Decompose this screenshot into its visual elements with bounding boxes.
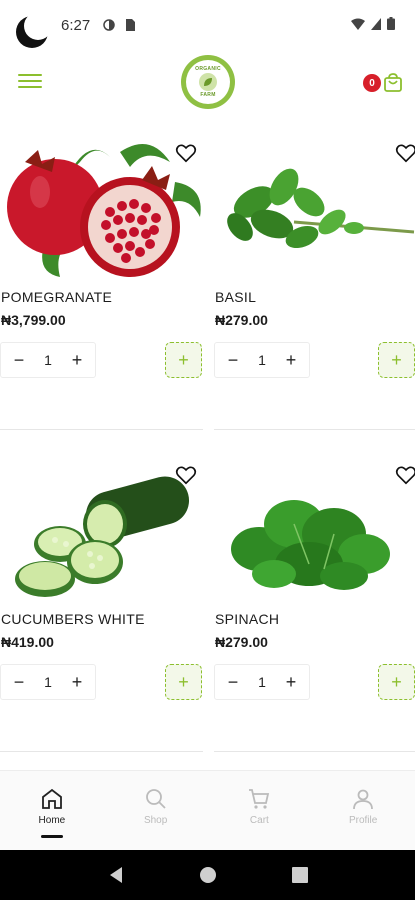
favorite-heart-icon[interactable] bbox=[395, 142, 415, 164]
increment-button[interactable]: + bbox=[283, 673, 299, 691]
product-card[interactable]: SPINACH ₦279.00 − 1 + + bbox=[214, 446, 415, 756]
add-to-cart-button[interactable]: + bbox=[378, 664, 415, 700]
favorite-heart-icon[interactable] bbox=[175, 142, 197, 164]
nav-label: Profile bbox=[348, 815, 378, 826]
brand-logo[interactable]: ORGANIC FARM bbox=[181, 55, 235, 109]
battery-icon bbox=[387, 17, 395, 30]
status-time: 6:27 bbox=[61, 17, 91, 34]
product-name[interactable]: POMEGRANATE bbox=[1, 289, 112, 305]
status-indicators bbox=[351, 17, 395, 30]
nav-item-cart[interactable]: Cart bbox=[208, 771, 312, 850]
quantity-stepper: − 1 + bbox=[0, 664, 96, 700]
search-icon bbox=[145, 789, 166, 809]
nav-label: Shop bbox=[143, 815, 168, 826]
app-header: ORGANIC FARM 0 bbox=[0, 52, 415, 114]
bottom-navigation: Home Shop Cart Profile bbox=[0, 770, 415, 850]
profile-icon bbox=[353, 789, 374, 810]
decrement-button[interactable]: − bbox=[11, 673, 27, 691]
product-card[interactable]: POMEGRANATE ₦3,799.00 − 1 + + bbox=[0, 124, 207, 434]
brand-logo-inner: ORGANIC FARM bbox=[186, 60, 230, 104]
logo-lettering: FARM bbox=[200, 92, 216, 98]
menu-icon-line bbox=[18, 74, 42, 76]
plus-icon: + bbox=[391, 672, 402, 692]
product-card[interactable]: CUCUMBERS WHITE ₦419.00 − 1 + + bbox=[0, 446, 207, 756]
increment-button[interactable]: + bbox=[69, 673, 85, 691]
quantity-stepper: − 1 + bbox=[214, 342, 310, 378]
nav-item-profile[interactable]: Profile bbox=[311, 771, 415, 850]
plus-icon: + bbox=[391, 350, 402, 370]
data-saver-icon bbox=[103, 19, 115, 31]
basil-image bbox=[227, 168, 415, 249]
home-circle-icon[interactable] bbox=[199, 866, 217, 884]
cart-count-badge: 0 bbox=[363, 74, 381, 92]
menu-button[interactable] bbox=[18, 70, 42, 94]
system-navigation-bar bbox=[0, 850, 415, 900]
favorite-heart-icon[interactable] bbox=[175, 464, 197, 486]
add-to-cart-button[interactable]: + bbox=[165, 664, 202, 700]
plus-icon: + bbox=[178, 672, 189, 692]
increment-button[interactable]: + bbox=[69, 351, 85, 369]
product-price: ₦279.00 bbox=[215, 312, 268, 328]
nav-item-shop[interactable]: Shop bbox=[104, 771, 208, 850]
status-bar: 6:27 bbox=[0, 0, 415, 52]
quantity-value: 1 bbox=[44, 674, 52, 690]
product-name[interactable]: CUCUMBERS WHITE bbox=[1, 611, 145, 627]
wifi-icon bbox=[351, 18, 365, 30]
moon-icon bbox=[16, 14, 50, 48]
nav-label: Home bbox=[38, 815, 66, 826]
leaf-icon bbox=[199, 73, 217, 91]
product-card[interactable]: BASIL ₦279.00 − 1 + + bbox=[214, 124, 415, 434]
nav-item-home[interactable]: Home bbox=[0, 771, 104, 850]
divider bbox=[214, 429, 415, 430]
recents-icon[interactable] bbox=[291, 867, 308, 883]
product-name[interactable]: SPINACH bbox=[215, 611, 279, 627]
increment-button[interactable]: + bbox=[283, 351, 299, 369]
product-name[interactable]: BASIL bbox=[215, 289, 256, 305]
add-to-cart-button[interactable]: + bbox=[378, 342, 415, 378]
decrement-button[interactable]: − bbox=[225, 673, 241, 691]
shopping-bag-icon bbox=[384, 73, 402, 92]
quantity-stepper: − 1 + bbox=[214, 664, 310, 700]
quantity-value: 1 bbox=[258, 674, 266, 690]
plus-icon: + bbox=[178, 350, 189, 370]
add-to-cart-button[interactable]: + bbox=[165, 342, 202, 378]
quantity-stepper: − 1 + bbox=[0, 342, 96, 378]
divider bbox=[0, 751, 203, 752]
quantity-value: 1 bbox=[258, 352, 266, 368]
divider bbox=[214, 751, 415, 752]
menu-icon-line bbox=[18, 86, 42, 88]
back-icon[interactable] bbox=[108, 866, 124, 884]
header-cart-button[interactable]: 0 bbox=[363, 72, 403, 94]
menu-icon-line bbox=[18, 80, 42, 82]
home-icon bbox=[41, 788, 62, 809]
decrement-button[interactable]: − bbox=[225, 351, 241, 369]
logo-lettering: ORGANIC bbox=[195, 66, 221, 72]
decrement-button[interactable]: − bbox=[11, 351, 27, 369]
spinach-image bbox=[231, 500, 390, 590]
active-indicator bbox=[40, 835, 63, 838]
signal-icon bbox=[371, 17, 381, 30]
product-price: ₦419.00 bbox=[1, 634, 54, 650]
product-price: ₦279.00 bbox=[215, 634, 268, 650]
cart-icon bbox=[249, 789, 270, 809]
product-price: ₦3,799.00 bbox=[1, 312, 66, 328]
nav-label: Cart bbox=[249, 815, 269, 826]
quantity-value: 1 bbox=[44, 352, 52, 368]
sim-card-icon bbox=[126, 19, 135, 31]
favorite-heart-icon[interactable] bbox=[395, 464, 415, 486]
divider bbox=[0, 429, 203, 430]
